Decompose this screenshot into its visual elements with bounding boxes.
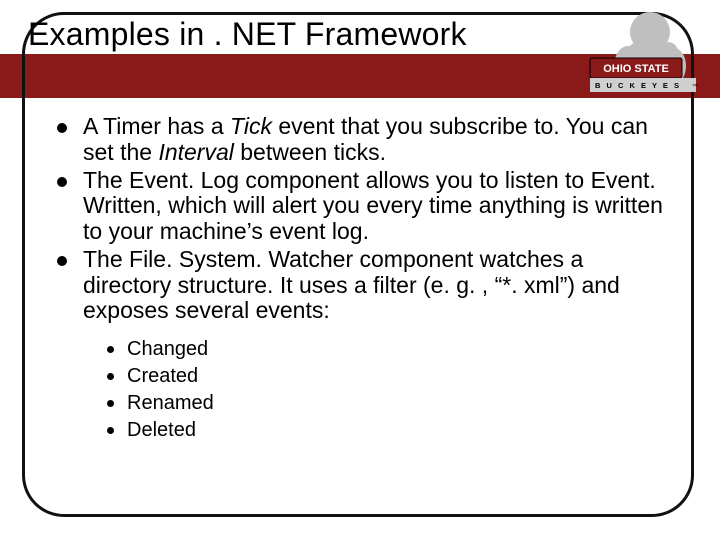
logo-top-text: OHIO STATE: [603, 63, 669, 75]
text-segment: A Timer has a: [83, 113, 230, 139]
list-item: A Timer has a Tick event that you subscr…: [55, 114, 670, 166]
slide: Examples in . NET Framework OHIO STATE B…: [0, 0, 720, 540]
text-segment: The File. System. Watcher component watc…: [83, 246, 620, 324]
list-item: The Event. Log component allows you to l…: [55, 168, 670, 245]
sub-bullet-list: Changed Created Renamed Deleted: [55, 336, 670, 444]
trademark-icon: ™: [692, 83, 698, 90]
text-segment: The Event. Log component allows you to l…: [83, 167, 663, 245]
text-segment: between ticks.: [234, 139, 386, 165]
text-segment: Interval: [158, 139, 233, 165]
list-item: The File. System. Watcher component watc…: [55, 247, 670, 324]
bullet-list: A Timer has a Tick event that you subscr…: [55, 114, 670, 324]
slide-title: Examples in . NET Framework: [28, 16, 467, 53]
list-item: Deleted: [105, 417, 670, 444]
logo-bottom-text: B U C K E Y E S: [595, 81, 681, 90]
text-segment: Tick: [230, 113, 272, 139]
ohio-state-logo: OHIO STATE B U C K E Y E S ™: [588, 8, 698, 100]
list-item: Renamed: [105, 390, 670, 417]
list-item: Created: [105, 363, 670, 390]
content-area: A Timer has a Tick event that you subscr…: [55, 114, 670, 444]
list-item: Changed: [105, 336, 670, 363]
